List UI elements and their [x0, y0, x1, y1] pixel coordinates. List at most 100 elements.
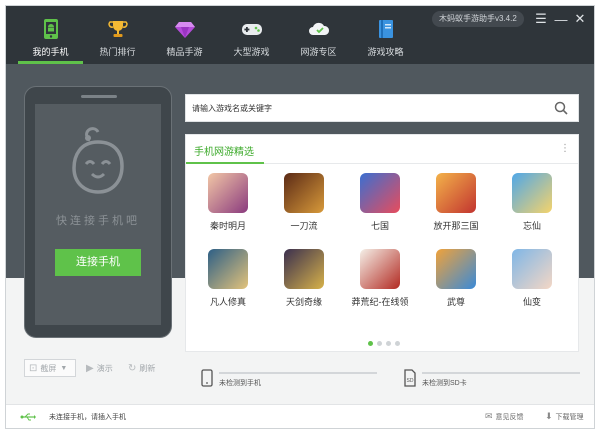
- top-nav-bar: 我的手机 热门排行 精品手游 大型游戏 网游专区 游戏攻略 木蚂蚁手游助手v3.…: [6, 6, 594, 64]
- download-icon: ⬇: [545, 411, 553, 421]
- tab-label: 精品手游: [166, 47, 203, 57]
- search-box: [185, 94, 579, 122]
- game-item[interactable]: 秦时明月: [198, 173, 258, 232]
- game-item[interactable]: 莽荒纪-在线领: [350, 249, 410, 308]
- featured-games-panel: 手机网游精选 ⋮ 秦时明月 一刀流 七国 放开那三国 忘仙凡人修真 天剑奇缘 莽荒纪-在线领…: [185, 134, 579, 352]
- cloud-icon: [308, 18, 330, 40]
- phone-storage-text: 未检测到手机: [219, 380, 261, 387]
- ant-mascot-icon: [72, 127, 124, 194]
- tab-label: 网游专区: [300, 47, 337, 57]
- tab-label: 热门排行: [99, 47, 136, 57]
- refresh-label: 刷新: [139, 363, 156, 373]
- demo-label: 演示: [96, 363, 113, 373]
- book-icon: [375, 18, 397, 40]
- game-name: 七国: [370, 221, 389, 231]
- game-name: 莽荒纪-在线领: [351, 297, 409, 307]
- game-icon: [360, 249, 400, 289]
- sd-storage-bar: [422, 372, 580, 374]
- feedback-link[interactable]: ✉ 意见反馈: [485, 411, 524, 422]
- tab-label: 游戏攻略: [367, 47, 404, 57]
- demo-button[interactable]: ▶ 演示: [86, 359, 113, 377]
- feedback-label: 意见反馈: [495, 413, 524, 421]
- chevron-down-icon: ▼: [60, 364, 68, 372]
- play-icon: ▶: [86, 362, 94, 374]
- carousel-dot[interactable]: [386, 341, 391, 346]
- game-icon: [512, 249, 552, 289]
- minimize-icon: —: [554, 11, 568, 27]
- phone-speaker: [81, 95, 117, 98]
- game-icon: [208, 249, 248, 289]
- sd-card-icon: SD: [404, 369, 416, 387]
- minimize-button[interactable]: —: [552, 10, 570, 28]
- menu-icon: ☰: [535, 11, 547, 26]
- screenshot-button[interactable]: ⊡ 截屏 ▼: [24, 359, 76, 377]
- screenshot-label: 截屏: [40, 363, 57, 373]
- refresh-icon: ↻: [128, 362, 137, 374]
- tab-label: 我的手机: [32, 47, 69, 57]
- carousel-dots: [368, 341, 404, 346]
- tab-hot-ranking[interactable]: 热门排行: [85, 6, 150, 64]
- game-name: 一刀流: [290, 221, 318, 231]
- game-icon: [284, 173, 324, 213]
- app-window: 我的手机 热门排行 精品手游 大型游戏 网游专区 游戏攻略 木蚂蚁手游助手v3.…: [5, 5, 595, 429]
- download-manager-link[interactable]: ⬇ 下载管理: [545, 411, 584, 422]
- connect-phone-button[interactable]: 连接手机: [55, 249, 141, 276]
- carousel-dot[interactable]: [395, 341, 400, 346]
- tab-large-games[interactable]: 大型游戏: [219, 6, 284, 64]
- game-name: 武尊: [446, 297, 465, 307]
- game-item[interactable]: 仙变: [502, 249, 562, 308]
- game-item[interactable]: 天剑奇缘: [274, 249, 334, 308]
- game-item[interactable]: 七国: [350, 173, 410, 232]
- search-icon[interactable]: [554, 101, 568, 115]
- close-icon: ✕: [574, 11, 586, 26]
- phone-storage-bar: [219, 372, 377, 374]
- main-tabs: 我的手机 热门排行 精品手游 大型游戏 网游专区 游戏攻略: [18, 6, 420, 64]
- trophy-icon: [107, 18, 129, 40]
- game-name: 天剑奇缘: [285, 297, 322, 307]
- game-item[interactable]: 放开那三国: [426, 173, 486, 232]
- sd-storage-text: 未检测到SD卡: [422, 380, 467, 387]
- game-icon: [436, 249, 476, 289]
- status-bar: 未连接手机，请插入手机 ✉ 意见反馈 ⬇ 下载管理: [6, 404, 594, 428]
- game-name: 放开那三国: [433, 221, 479, 231]
- game-name: 仙变: [522, 297, 541, 307]
- connection-status-text: 未连接手机，请插入手机: [49, 414, 126, 421]
- android-phone-icon: [40, 18, 62, 40]
- crop-icon: ⊡: [29, 362, 38, 374]
- phone-icon: [201, 369, 213, 387]
- close-button[interactable]: ✕: [571, 10, 589, 28]
- search-input[interactable]: [192, 95, 532, 121]
- game-icon: [512, 173, 552, 213]
- game-item[interactable]: 忘仙: [502, 173, 562, 232]
- game-name: 忘仙: [522, 221, 541, 231]
- sd-badge: SD: [407, 378, 414, 384]
- game-icon: [208, 173, 248, 213]
- panel-title: 手机网游精选: [194, 147, 254, 158]
- refresh-button[interactable]: ↻ 刷新: [128, 359, 155, 377]
- feedback-icon: ✉: [485, 411, 493, 421]
- panel-title-underline: [186, 162, 264, 164]
- game-item[interactable]: 武尊: [426, 249, 486, 308]
- game-name: 秦时明月: [209, 221, 246, 231]
- game-item[interactable]: 凡人修真: [198, 249, 258, 308]
- carousel-dot[interactable]: [377, 341, 382, 346]
- version-badge: 木蚂蚁手游助手v3.4.2: [432, 11, 524, 27]
- game-item[interactable]: 一刀流: [274, 173, 334, 232]
- game-name: 凡人修真: [209, 297, 246, 307]
- game-icon: [284, 249, 324, 289]
- carousel-dot[interactable]: [368, 341, 373, 346]
- download-label: 下载管理: [555, 413, 584, 421]
- diamond-icon: [174, 18, 196, 40]
- phone-screen: 快连接手机吧 连接手机: [35, 104, 161, 325]
- menu-button[interactable]: ☰: [532, 10, 550, 28]
- tab-game-guides[interactable]: 游戏攻略: [353, 6, 418, 64]
- phone-mockup: 快连接手机吧 连接手机: [24, 86, 172, 338]
- game-icon: [436, 173, 476, 213]
- more-options-icon[interactable]: ⋮: [560, 143, 570, 154]
- tab-my-phone[interactable]: 我的手机: [18, 6, 83, 64]
- connect-phone-hint: 快连接手机吧: [56, 214, 140, 227]
- tab-online-games[interactable]: 网游专区: [286, 6, 351, 64]
- tab-premium-games[interactable]: 精品手游: [152, 6, 217, 64]
- usb-icon: [20, 413, 36, 421]
- tab-label: 大型游戏: [233, 47, 270, 57]
